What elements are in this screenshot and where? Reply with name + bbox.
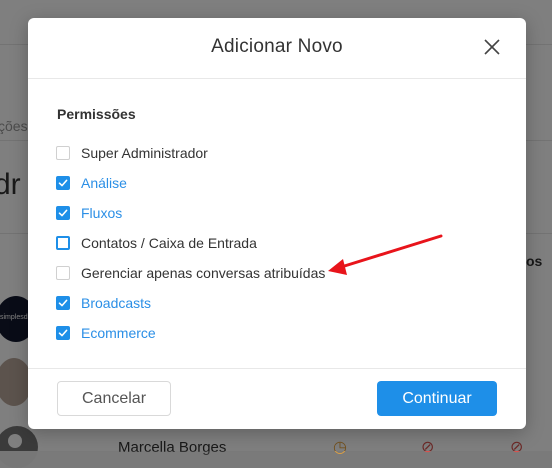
- permission-item[interactable]: Broadcasts: [56, 293, 151, 313]
- permission-checkbox[interactable]: [56, 326, 70, 340]
- permission-label: Análise: [81, 175, 127, 191]
- permissions-title: Permissões: [57, 106, 136, 122]
- cancel-button[interactable]: Cancelar: [57, 381, 171, 416]
- continue-button[interactable]: Continuar: [377, 381, 497, 416]
- permission-checkbox[interactable]: [56, 146, 70, 160]
- permission-item[interactable]: Análise: [56, 173, 127, 193]
- permission-checkbox[interactable]: [56, 236, 70, 250]
- permission-checkbox[interactable]: [56, 266, 70, 280]
- modal-header: Adicionar Novo: [28, 18, 526, 79]
- permission-item[interactable]: Ecommerce: [56, 323, 156, 343]
- permission-label: Fluxos: [81, 205, 123, 221]
- permission-label: Ecommerce: [81, 325, 156, 341]
- checkmark-icon: [58, 299, 68, 307]
- checkmark-icon: [58, 329, 68, 337]
- permission-item[interactable]: Fluxos: [56, 203, 122, 223]
- permission-label: Super Administrador: [81, 145, 208, 161]
- permission-checkbox[interactable]: [56, 176, 70, 190]
- close-button[interactable]: [482, 37, 502, 57]
- permission-label: Broadcasts: [81, 295, 152, 311]
- modal-footer: Cancelar Continuar: [28, 368, 526, 429]
- checkmark-icon: [58, 209, 68, 217]
- permission-checkbox[interactable]: [56, 206, 70, 220]
- permission-item[interactable]: Super Administrador: [56, 143, 208, 163]
- checkmark-icon: [58, 179, 68, 187]
- permission-item[interactable]: Contatos / Caixa de Entrada: [56, 233, 257, 253]
- permission-label: Gerenciar apenas conversas atribuídas: [81, 265, 326, 281]
- permission-label: Contatos / Caixa de Entrada: [81, 235, 257, 251]
- close-icon: [484, 39, 500, 55]
- modal-title: Adicionar Novo: [211, 36, 343, 57]
- permission-item[interactable]: Gerenciar apenas conversas atribuídas: [56, 263, 325, 283]
- add-new-modal: Adicionar Novo Permissões Super Administ…: [28, 18, 526, 429]
- permission-checkbox[interactable]: [56, 296, 70, 310]
